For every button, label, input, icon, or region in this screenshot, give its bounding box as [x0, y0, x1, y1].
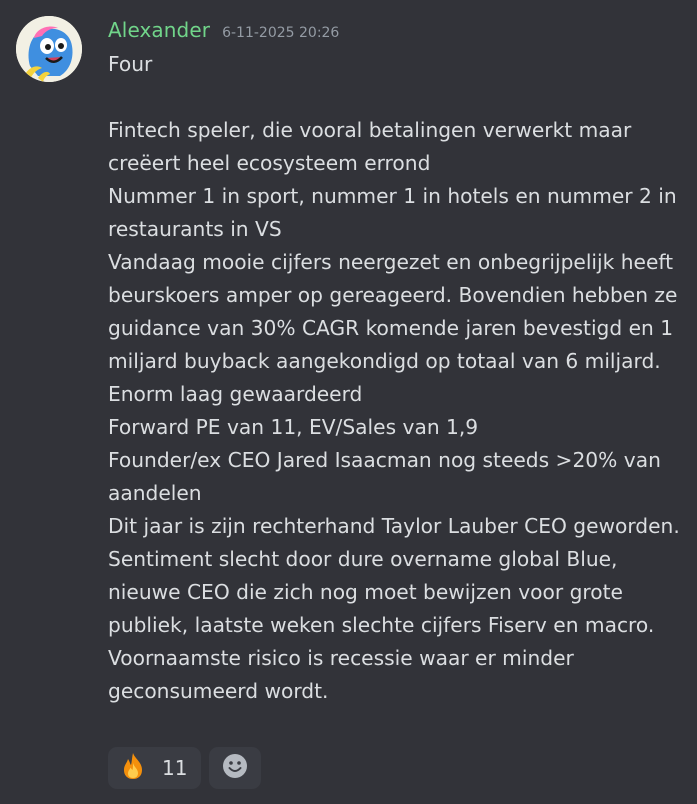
reaction-count: 11 [162, 756, 188, 780]
reactions-bar: 11 [108, 747, 262, 789]
message-line: Nummer 1 in sport, nummer 1 in hotels en… [108, 184, 684, 241]
smiley-icon [222, 753, 248, 783]
message-line: Forward PE van 11, EV/Sales van 1,9 [108, 415, 479, 439]
message-line: Vandaag mooie cijfers neergezet en onbeg… [108, 250, 684, 373]
message-line: Four [108, 52, 153, 76]
message-line: Sentiment slecht door dure overname glob… [108, 547, 655, 637]
message-line: Dit jaar is zijn rechterhand Taylor Laub… [108, 514, 680, 538]
avatar[interactable] [16, 16, 82, 82]
message-line: Enorm laag gewaardeerd [108, 382, 363, 406]
message-line: Voornaamste risico is recessie waar er m… [108, 646, 581, 703]
timestamp: 6-11-2025 20:26 [222, 25, 340, 41]
avatar-image [16, 16, 82, 82]
reaction-fire[interactable]: 11 [108, 747, 202, 789]
username[interactable]: Alexander [108, 18, 210, 42]
message-line: ​ [108, 81, 683, 114]
fire-icon [118, 751, 148, 785]
message-content: Four ​ Fintech speler, die vooral betali… [108, 48, 683, 708]
chat-message: Alexander 6-11-2025 20:26 Four ​ Fintech… [0, 0, 697, 804]
message-line: Fintech speler, die vooral betalingen ve… [108, 118, 638, 175]
message-header: Alexander 6-11-2025 20:26 [108, 18, 339, 42]
message-line: Founder/ex CEO Jared Isaacman nog steeds… [108, 448, 668, 505]
add-reaction-button[interactable] [209, 747, 262, 789]
